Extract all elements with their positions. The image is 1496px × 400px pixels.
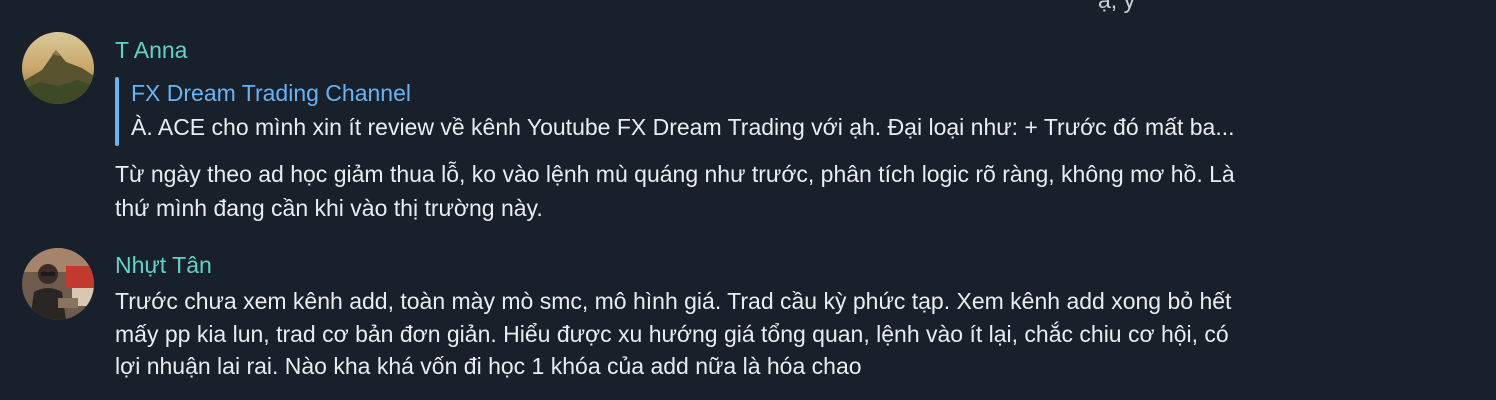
- reply-preview[interactable]: FX Dream Trading Channel À. ACE cho mình…: [115, 77, 1435, 146]
- message-text-line: Từ ngày theo ad học giảm thua lỗ, ko vào…: [115, 161, 1235, 187]
- sender-name[interactable]: Nhựt Tân: [115, 251, 212, 279]
- avatar-landscape-image: [22, 32, 94, 104]
- previous-message-fragment: ạ, y: [1098, 0, 1136, 13]
- avatar-photo-image: [22, 248, 94, 320]
- reply-accent-bar: [115, 77, 119, 146]
- message-text-line: Trước chưa xem kênh add, toàn mày mò smc…: [115, 288, 1232, 314]
- message-text-line: mấy pp kia lun, trad cơ bản đơn giản. Hi…: [115, 321, 1229, 347]
- avatar[interactable]: [22, 248, 94, 320]
- chat-history[interactable]: ạ, y T Anna FX Dream Trading Channel À. …: [0, 0, 1496, 400]
- sender-name[interactable]: T Anna: [115, 36, 187, 64]
- reply-title: FX Dream Trading Channel: [131, 80, 411, 106]
- avatar[interactable]: [22, 32, 94, 104]
- message-text-line: thứ mình đang cần khi vào thị trường này…: [115, 195, 543, 221]
- message-text-line: lợi nhuận lai rai. Nào kha khá vốn đi họ…: [115, 353, 862, 379]
- reply-snippet: À. ACE cho mình xin ít review về kênh Yo…: [131, 114, 1235, 140]
